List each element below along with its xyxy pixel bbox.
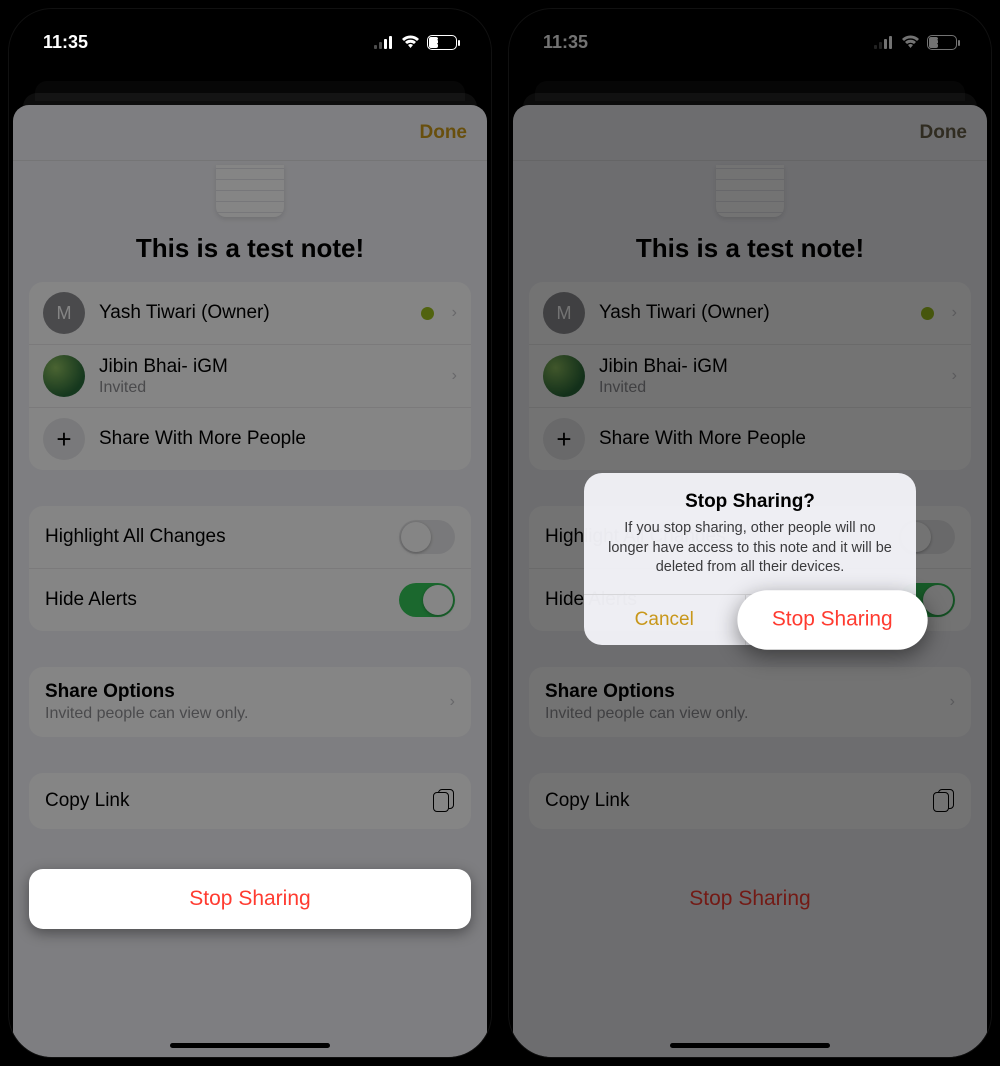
person-row-owner[interactable]: M Yash Tiwari (Owner) › <box>29 282 471 345</box>
share-options-title: Share Options <box>45 681 455 703</box>
person-name: Jibin Bhai- iGM <box>99 356 438 378</box>
people-card: M Yash Tiwari (Owner) › Jibin Bhai- iGM … <box>29 282 471 470</box>
person-status: Invited <box>99 379 438 397</box>
home-indicator <box>170 1043 330 1048</box>
battery-icon: 35 <box>427 35 457 50</box>
chevron-right-icon: › <box>452 367 457 385</box>
share-options-sub: Invited people can view only. <box>45 705 455 723</box>
alert-buttons: Cancel Stop Sharing <box>584 594 916 645</box>
avatar <box>43 355 85 397</box>
sheet-header: Done <box>13 105 487 161</box>
hide-alerts-row[interactable]: Hide Alerts <box>29 569 471 631</box>
highlight-changes-row[interactable]: Highlight All Changes <box>29 506 471 569</box>
hide-alerts-toggle[interactable] <box>399 583 455 617</box>
done-button[interactable]: Done <box>420 122 468 144</box>
stop-sharing-alert: Stop Sharing? If you stop sharing, other… <box>584 473 916 645</box>
battery-percent: 35 <box>437 37 447 47</box>
note-icon <box>216 165 284 217</box>
chevron-right-icon: › <box>452 304 457 322</box>
chevron-right-icon: › <box>450 693 455 711</box>
phone-left: 11:35 35 Done This is a test note! M Yas… <box>8 8 492 1058</box>
share-more-row[interactable]: + Share With More People <box>29 408 471 470</box>
share-sheet: Done This is a test note! M Yash Tiwari … <box>13 105 487 1057</box>
status-right: 35 <box>374 35 457 50</box>
copy-link-label: Copy Link <box>45 790 130 812</box>
person-row-invitee[interactable]: Jibin Bhai- iGM Invited › <box>29 345 471 408</box>
alert-cancel-button[interactable]: Cancel <box>584 595 746 645</box>
share-more-label: Share With More People <box>99 428 457 450</box>
alert-title: Stop Sharing? <box>584 473 916 519</box>
phone-right: 11:35 35 Done This is a test note! M Yas… <box>508 8 992 1058</box>
copy-icon <box>433 789 455 813</box>
alert-confirm-button[interactable]: Stop Sharing <box>737 590 927 649</box>
note-title: This is a test note! <box>13 233 487 282</box>
status-bar: 11:35 35 <box>9 9 491 65</box>
highlight-changes-label: Highlight All Changes <box>45 526 226 548</box>
stop-sharing-button[interactable]: Stop Sharing <box>29 869 471 929</box>
copy-link-card[interactable]: Copy Link <box>29 773 471 829</box>
status-time: 11:35 <box>43 32 88 53</box>
share-options-card[interactable]: Share Options Invited people can view on… <box>29 667 471 737</box>
alert-message: If you stop sharing, other people will n… <box>584 519 916 594</box>
highlight-changes-toggle[interactable] <box>399 520 455 554</box>
plus-icon: + <box>43 418 85 460</box>
avatar: M <box>43 292 85 334</box>
settings-card: Highlight All Changes Hide Alerts <box>29 506 471 631</box>
person-name: Yash Tiwari (Owner) <box>99 302 407 324</box>
presence-dot <box>421 307 434 320</box>
wifi-icon <box>401 35 420 49</box>
cellular-icon <box>374 36 394 49</box>
hide-alerts-label: Hide Alerts <box>45 589 137 611</box>
